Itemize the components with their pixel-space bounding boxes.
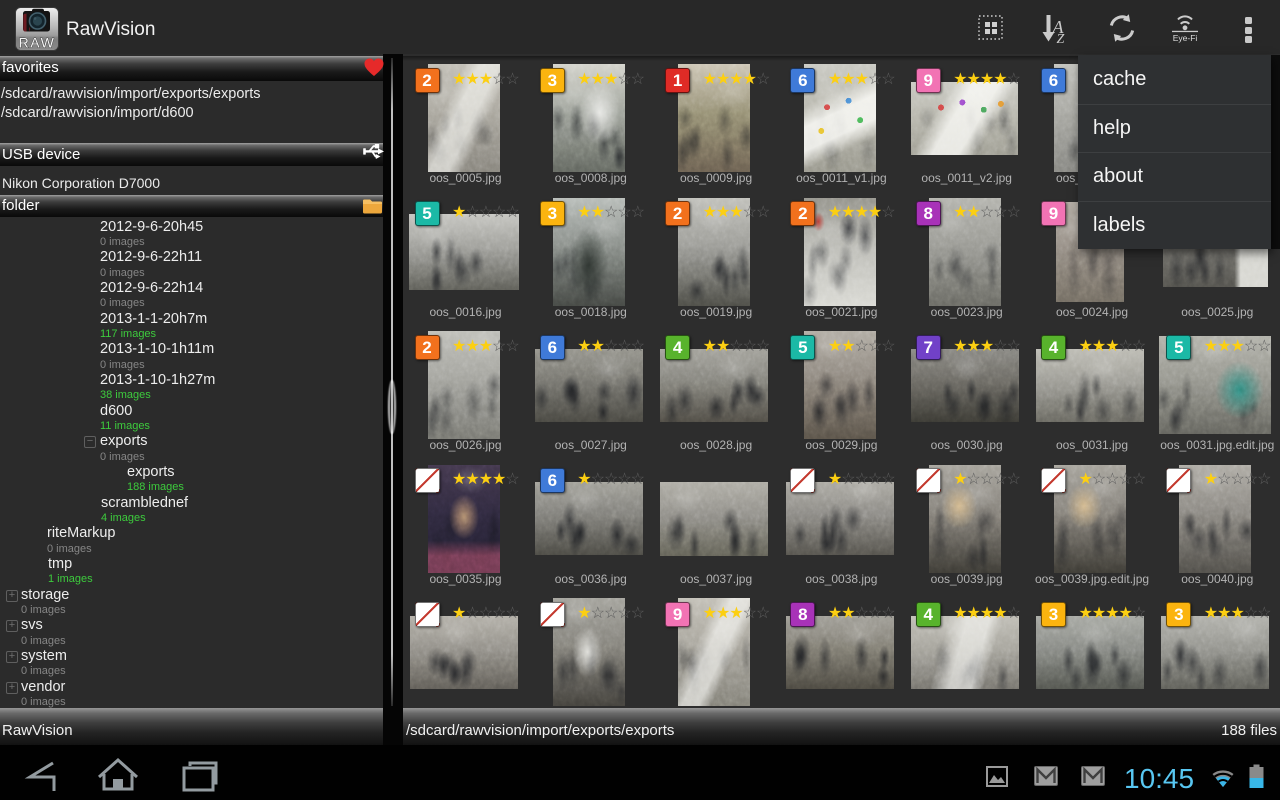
- svg-text:RAW: RAW: [19, 35, 56, 51]
- svg-text:Eye-Fi: Eye-Fi: [1173, 33, 1198, 43]
- svg-text:Z: Z: [1057, 32, 1065, 44]
